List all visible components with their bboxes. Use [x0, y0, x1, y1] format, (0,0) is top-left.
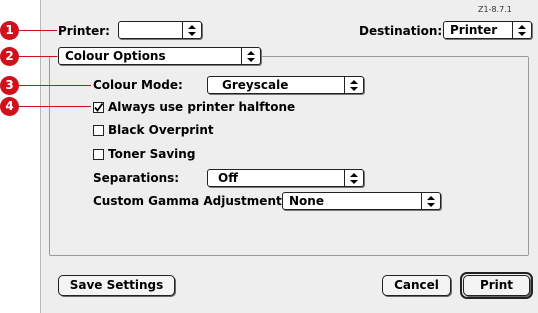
toner-saving-checkbox-row[interactable]: Toner Saving: [93, 147, 195, 161]
updown-arrows-icon: [241, 48, 260, 64]
version-tag: Z1-8.7.1: [478, 5, 512, 14]
gamma-value: None: [289, 194, 324, 208]
destination-value: Printer: [450, 23, 498, 37]
halftone-checkbox[interactable]: [93, 101, 104, 113]
panel-select-value: Colour Options: [65, 49, 166, 63]
updown-arrows-icon: [344, 170, 363, 186]
callout-2: 2: [0, 47, 19, 66]
callout-1-line: [19, 30, 57, 31]
toner-saving-label: Toner Saving: [108, 147, 196, 161]
destination-label: Destination:: [359, 24, 443, 38]
callout-3-line: [19, 85, 91, 86]
black-overprint-checkbox[interactable]: [93, 124, 104, 136]
printer-label: Printer:: [58, 24, 110, 38]
save-settings-button[interactable]: Save Settings: [58, 275, 175, 296]
black-overprint-checkbox-row[interactable]: Black Overprint: [93, 123, 214, 137]
gamma-label: Custom Gamma Adjustment:: [93, 194, 287, 208]
gamma-popup[interactable]: None: [282, 192, 441, 210]
halftone-checkbox-label: Always use printer halftone: [108, 100, 296, 114]
updown-arrows-icon: [182, 22, 201, 38]
checkmark-icon: [94, 102, 104, 112]
print-button[interactable]: Print: [463, 275, 530, 296]
cancel-button[interactable]: Cancel: [382, 275, 451, 296]
printer-popup[interactable]: [118, 21, 202, 39]
separations-popup[interactable]: Off: [207, 169, 364, 187]
callout-1: 1: [0, 21, 19, 40]
colour-mode-label: Colour Mode:: [93, 78, 183, 92]
halftone-checkbox-row[interactable]: Always use printer halftone: [93, 100, 295, 114]
print-button-default-ring: Print: [460, 272, 533, 299]
colour-mode-popup[interactable]: Greyscale: [207, 76, 364, 94]
panel-select-popup[interactable]: Colour Options: [58, 47, 261, 65]
callout-4: 4: [0, 97, 19, 116]
black-overprint-label: Black Overprint: [108, 123, 214, 137]
callout-3: 3: [0, 76, 19, 95]
colour-mode-value: Greyscale: [222, 78, 289, 92]
updown-arrows-icon: [512, 22, 531, 38]
separations-value: Off: [218, 171, 238, 185]
updown-arrows-icon: [344, 77, 363, 93]
updown-arrows-icon: [421, 193, 440, 209]
callout-2-line: [19, 56, 57, 57]
separations-label: Separations:: [93, 171, 180, 185]
destination-popup[interactable]: Printer: [443, 21, 532, 39]
toner-saving-checkbox[interactable]: [93, 148, 104, 160]
callout-4-line: [19, 106, 91, 107]
